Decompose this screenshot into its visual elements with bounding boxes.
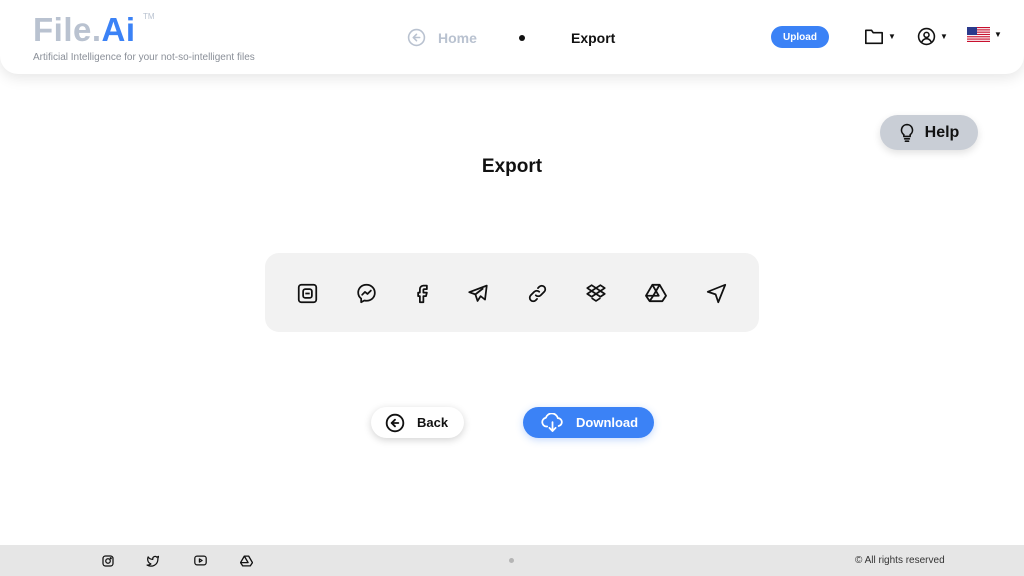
messenger-icon (356, 283, 376, 303)
cloud-download-icon (541, 412, 563, 432)
download-button[interactable]: Download (523, 407, 654, 438)
arrow-left-circle-icon (385, 413, 405, 432)
language-menu[interactable]: ▼ (967, 27, 1002, 42)
copyright-text: © All rights reserved (855, 555, 945, 566)
us-flag-icon (967, 27, 990, 42)
download-label: Download (576, 415, 639, 430)
logo-ai: Ai (101, 11, 136, 48)
share-blogger[interactable] (296, 282, 318, 304)
upload-button[interactable]: Upload (771, 26, 829, 48)
footer-instagram-link[interactable] (101, 554, 114, 567)
help-label: Help (924, 123, 960, 141)
account-icon (917, 27, 936, 46)
nav-current-page: Export (571, 30, 616, 46)
top-header: File.Ai TM Artificial Intelligence for y… (0, 0, 1024, 74)
share-send[interactable] (705, 282, 727, 304)
footer: © All rights reserved (0, 545, 1024, 576)
lightbulb-icon (900, 123, 913, 142)
link-icon (528, 284, 546, 302)
dropbox-icon (586, 283, 606, 302)
footer-youtube-link[interactable] (194, 554, 207, 567)
share-dropbox[interactable] (585, 282, 607, 304)
share-telegram[interactable] (467, 282, 489, 304)
facebook-icon (416, 284, 428, 303)
share-messenger[interactable] (355, 282, 377, 304)
logo-trademark: TM (143, 12, 155, 21)
footer-twitter-link[interactable] (146, 554, 159, 567)
youtube-icon (194, 555, 207, 566)
chevron-down-icon: ▼ (994, 30, 1002, 39)
folder-menu[interactable]: ▼ (864, 27, 896, 45)
chevron-down-icon: ▼ (888, 31, 896, 41)
telegram-icon (468, 284, 488, 302)
help-button[interactable]: Help (880, 115, 978, 150)
nav-home-link[interactable]: Home (407, 28, 477, 47)
google-drive-icon (240, 554, 253, 567)
back-label: Back (417, 415, 449, 430)
share-google-drive[interactable] (645, 282, 667, 304)
nav-home-label: Home (438, 29, 477, 46)
google-drive-icon (645, 283, 667, 303)
arrow-left-circle-icon (407, 28, 426, 47)
logo-file: File. (33, 11, 102, 48)
back-button[interactable]: Back (371, 407, 464, 438)
account-menu[interactable]: ▼ (917, 27, 948, 46)
send-icon (706, 283, 726, 303)
logo-text: File.Ai (33, 10, 136, 50)
share-options-panel (265, 253, 759, 332)
share-facebook[interactable] (411, 282, 433, 304)
logo[interactable]: File.Ai TM (33, 10, 155, 50)
footer-divider-dot (509, 558, 514, 563)
chevron-down-icon: ▼ (940, 32, 948, 41)
blogger-icon (297, 283, 317, 303)
tagline: Artificial Intelligence for your not-so-… (33, 52, 255, 63)
footer-google-drive-link[interactable] (240, 554, 253, 567)
page-title: Export (481, 156, 543, 177)
twitter-icon (146, 555, 159, 567)
share-link[interactable] (526, 282, 548, 304)
folder-icon (864, 29, 883, 45)
instagram-icon (101, 554, 114, 567)
breadcrumb-separator (519, 35, 525, 41)
